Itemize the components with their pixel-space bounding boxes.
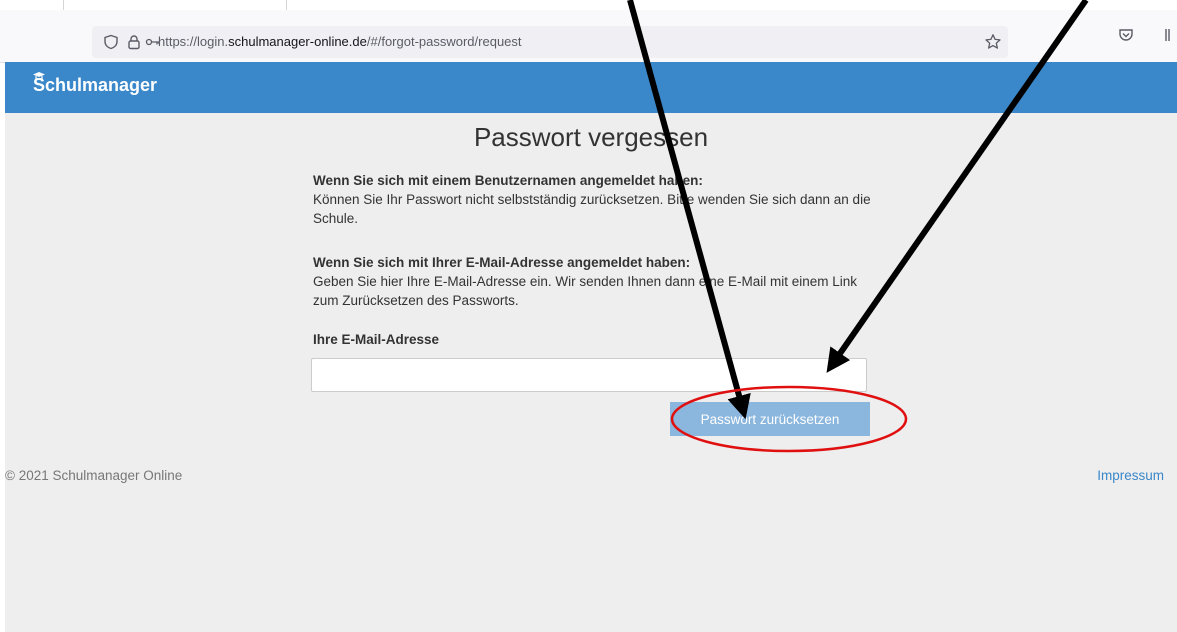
annotation-overlay [627, 0, 1089, 453]
arrow-to-email-field [826, 0, 1089, 373]
highlight-circle [670, 385, 908, 453]
arrow-to-button [627, 0, 751, 420]
